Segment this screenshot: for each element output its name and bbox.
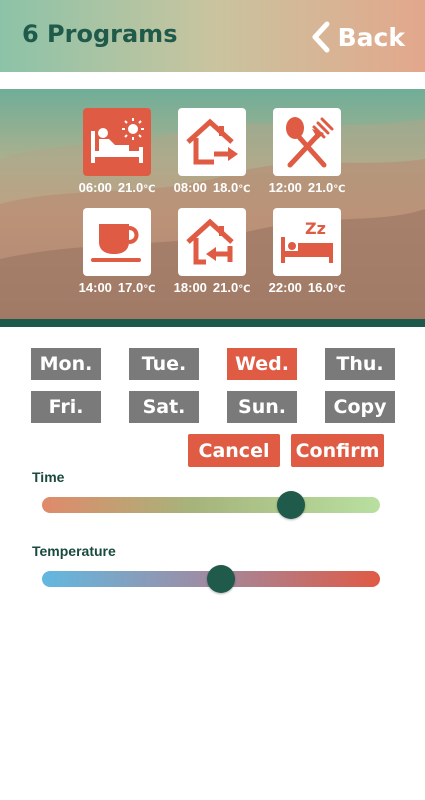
program-5-temp: 21.0: [212, 280, 239, 295]
svg-text:Zz: Zz: [305, 219, 326, 238]
page-title: 6 Programs: [22, 20, 178, 48]
time-slider-label: Time: [32, 469, 65, 485]
panel-divider: [0, 319, 425, 327]
program-5-caption: 18:00 21.0℃: [157, 280, 267, 295]
program-3-caption: 12:00 21.0℃: [252, 180, 362, 195]
program-3-unit: ℃: [333, 184, 346, 195]
program-6-unit: ℃: [333, 284, 346, 295]
sleep-bed-icon: Zz: [281, 219, 333, 263]
program-tile-3-icon-box: [273, 108, 341, 176]
header-gap: [0, 72, 425, 89]
program-tile-2[interactable]: 08:00 18.0℃: [157, 108, 267, 195]
leave-home-icon: [186, 118, 238, 165]
confirm-button[interactable]: Confirm: [291, 434, 384, 467]
chevron-left-icon: [312, 21, 330, 53]
cancel-button[interactable]: Cancel: [188, 434, 280, 467]
program-3-temp: 21.0: [307, 180, 334, 195]
program-3-time: 12:00: [268, 180, 302, 195]
time-slider-track[interactable]: [42, 497, 380, 513]
day-button-wed[interactable]: Wed.: [227, 348, 297, 380]
program-tile-1-icon-box: [83, 108, 151, 176]
program-6-temp: 16.0: [307, 280, 334, 295]
program-6-caption: 22:00 16.0℃: [252, 280, 362, 295]
day-button-fri[interactable]: Fri.: [31, 391, 101, 423]
program-2-caption: 08:00 18.0℃: [157, 180, 267, 195]
program-tile-4-icon-box: [83, 208, 151, 276]
program-tile-1[interactable]: 06:00 21.0℃: [62, 108, 172, 195]
program-5-time: 18:00: [173, 280, 207, 295]
time-slider-thumb[interactable]: [277, 491, 306, 519]
day-button-thu[interactable]: Thu.: [325, 348, 395, 380]
program-tile-6[interactable]: Zz 22:00 16.0℃: [252, 208, 362, 295]
program-4-caption: 14:00 17.0℃: [62, 280, 172, 295]
lunch-icon: [286, 117, 334, 168]
back-label: Back: [337, 22, 405, 52]
program-5-unit: ℃: [238, 284, 251, 295]
header-bar: 6 Programs Back: [0, 0, 425, 72]
return-home-icon: [186, 218, 234, 265]
wake-bed-icon: [91, 118, 144, 163]
program-1-caption: 06:00 21.0℃: [62, 180, 172, 195]
temperature-slider-label: Temperature: [32, 543, 116, 559]
program-tile-4[interactable]: 14:00 17.0℃: [62, 208, 172, 295]
coffee-cup-icon: [91, 224, 141, 262]
program-tile-2-icon-box: [178, 108, 246, 176]
program-4-temp: 17.0: [117, 280, 144, 295]
day-button-sat[interactable]: Sat.: [129, 391, 199, 423]
program-tile-5-icon-box: [178, 208, 246, 276]
back-button[interactable]: Back: [310, 18, 405, 56]
program-tile-6-icon-box: Zz: [273, 208, 341, 276]
program-2-unit: ℃: [238, 184, 251, 195]
program-4-time: 14:00: [78, 280, 112, 295]
program-panel: 06:00 21.0℃ 08:00 18.0℃ 12:00 21.0℃ 14:0…: [0, 89, 425, 319]
program-4-unit: ℃: [143, 284, 156, 295]
program-2-temp: 18.0: [212, 180, 239, 195]
program-2-time: 08:00: [173, 180, 207, 195]
program-1-unit: ℃: [143, 184, 156, 195]
program-tile-5[interactable]: 18:00 21.0℃: [157, 208, 267, 295]
day-button-mon[interactable]: Mon.: [31, 348, 101, 380]
copy-button[interactable]: Copy: [325, 391, 395, 423]
program-1-temp: 21.0: [117, 180, 144, 195]
day-button-tue[interactable]: Tue.: [129, 348, 199, 380]
temperature-slider-thumb[interactable]: [207, 565, 236, 593]
program-tile-3[interactable]: 12:00 21.0℃: [252, 108, 362, 195]
program-1-time: 06:00: [78, 180, 112, 195]
day-button-sun[interactable]: Sun.: [227, 391, 297, 423]
program-6-time: 22:00: [268, 280, 302, 295]
